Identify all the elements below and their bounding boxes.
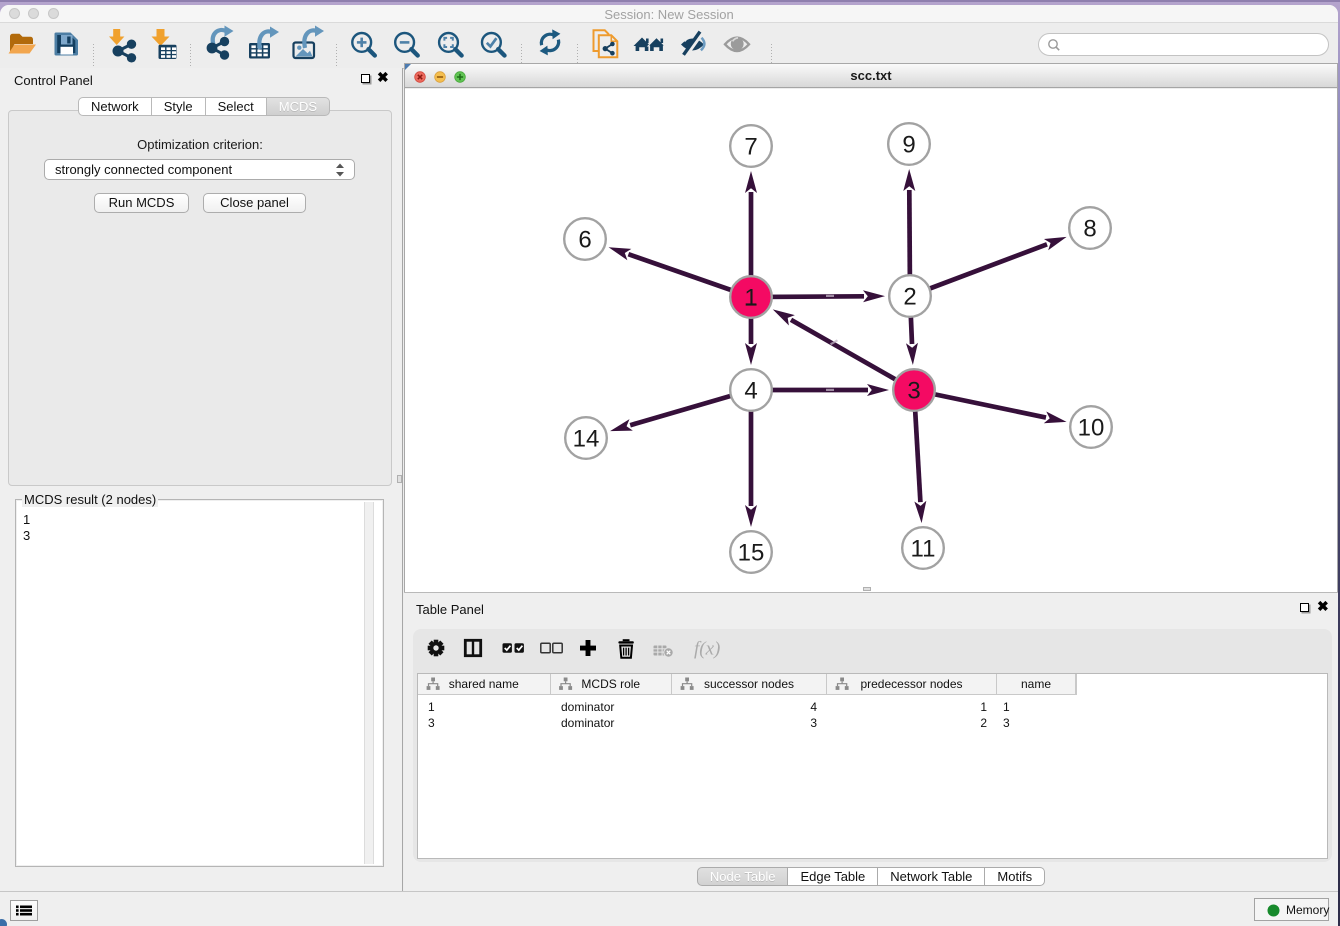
svg-text:f(x): f(x)	[694, 639, 720, 660]
svg-text:1: 1	[744, 285, 757, 312]
svg-text:6: 6	[578, 227, 591, 254]
svg-text:14: 14	[573, 426, 600, 453]
svg-text:4: 4	[744, 378, 757, 405]
svg-text:2: 2	[903, 284, 916, 311]
svg-text:3: 3	[907, 378, 920, 405]
svg-text:9: 9	[902, 132, 915, 159]
svg-text:15: 15	[738, 540, 765, 567]
svg-text:10: 10	[1078, 415, 1105, 442]
svg-text:7: 7	[744, 134, 757, 161]
svg-text:11: 11	[911, 536, 936, 563]
svg-text:8: 8	[1083, 216, 1096, 243]
